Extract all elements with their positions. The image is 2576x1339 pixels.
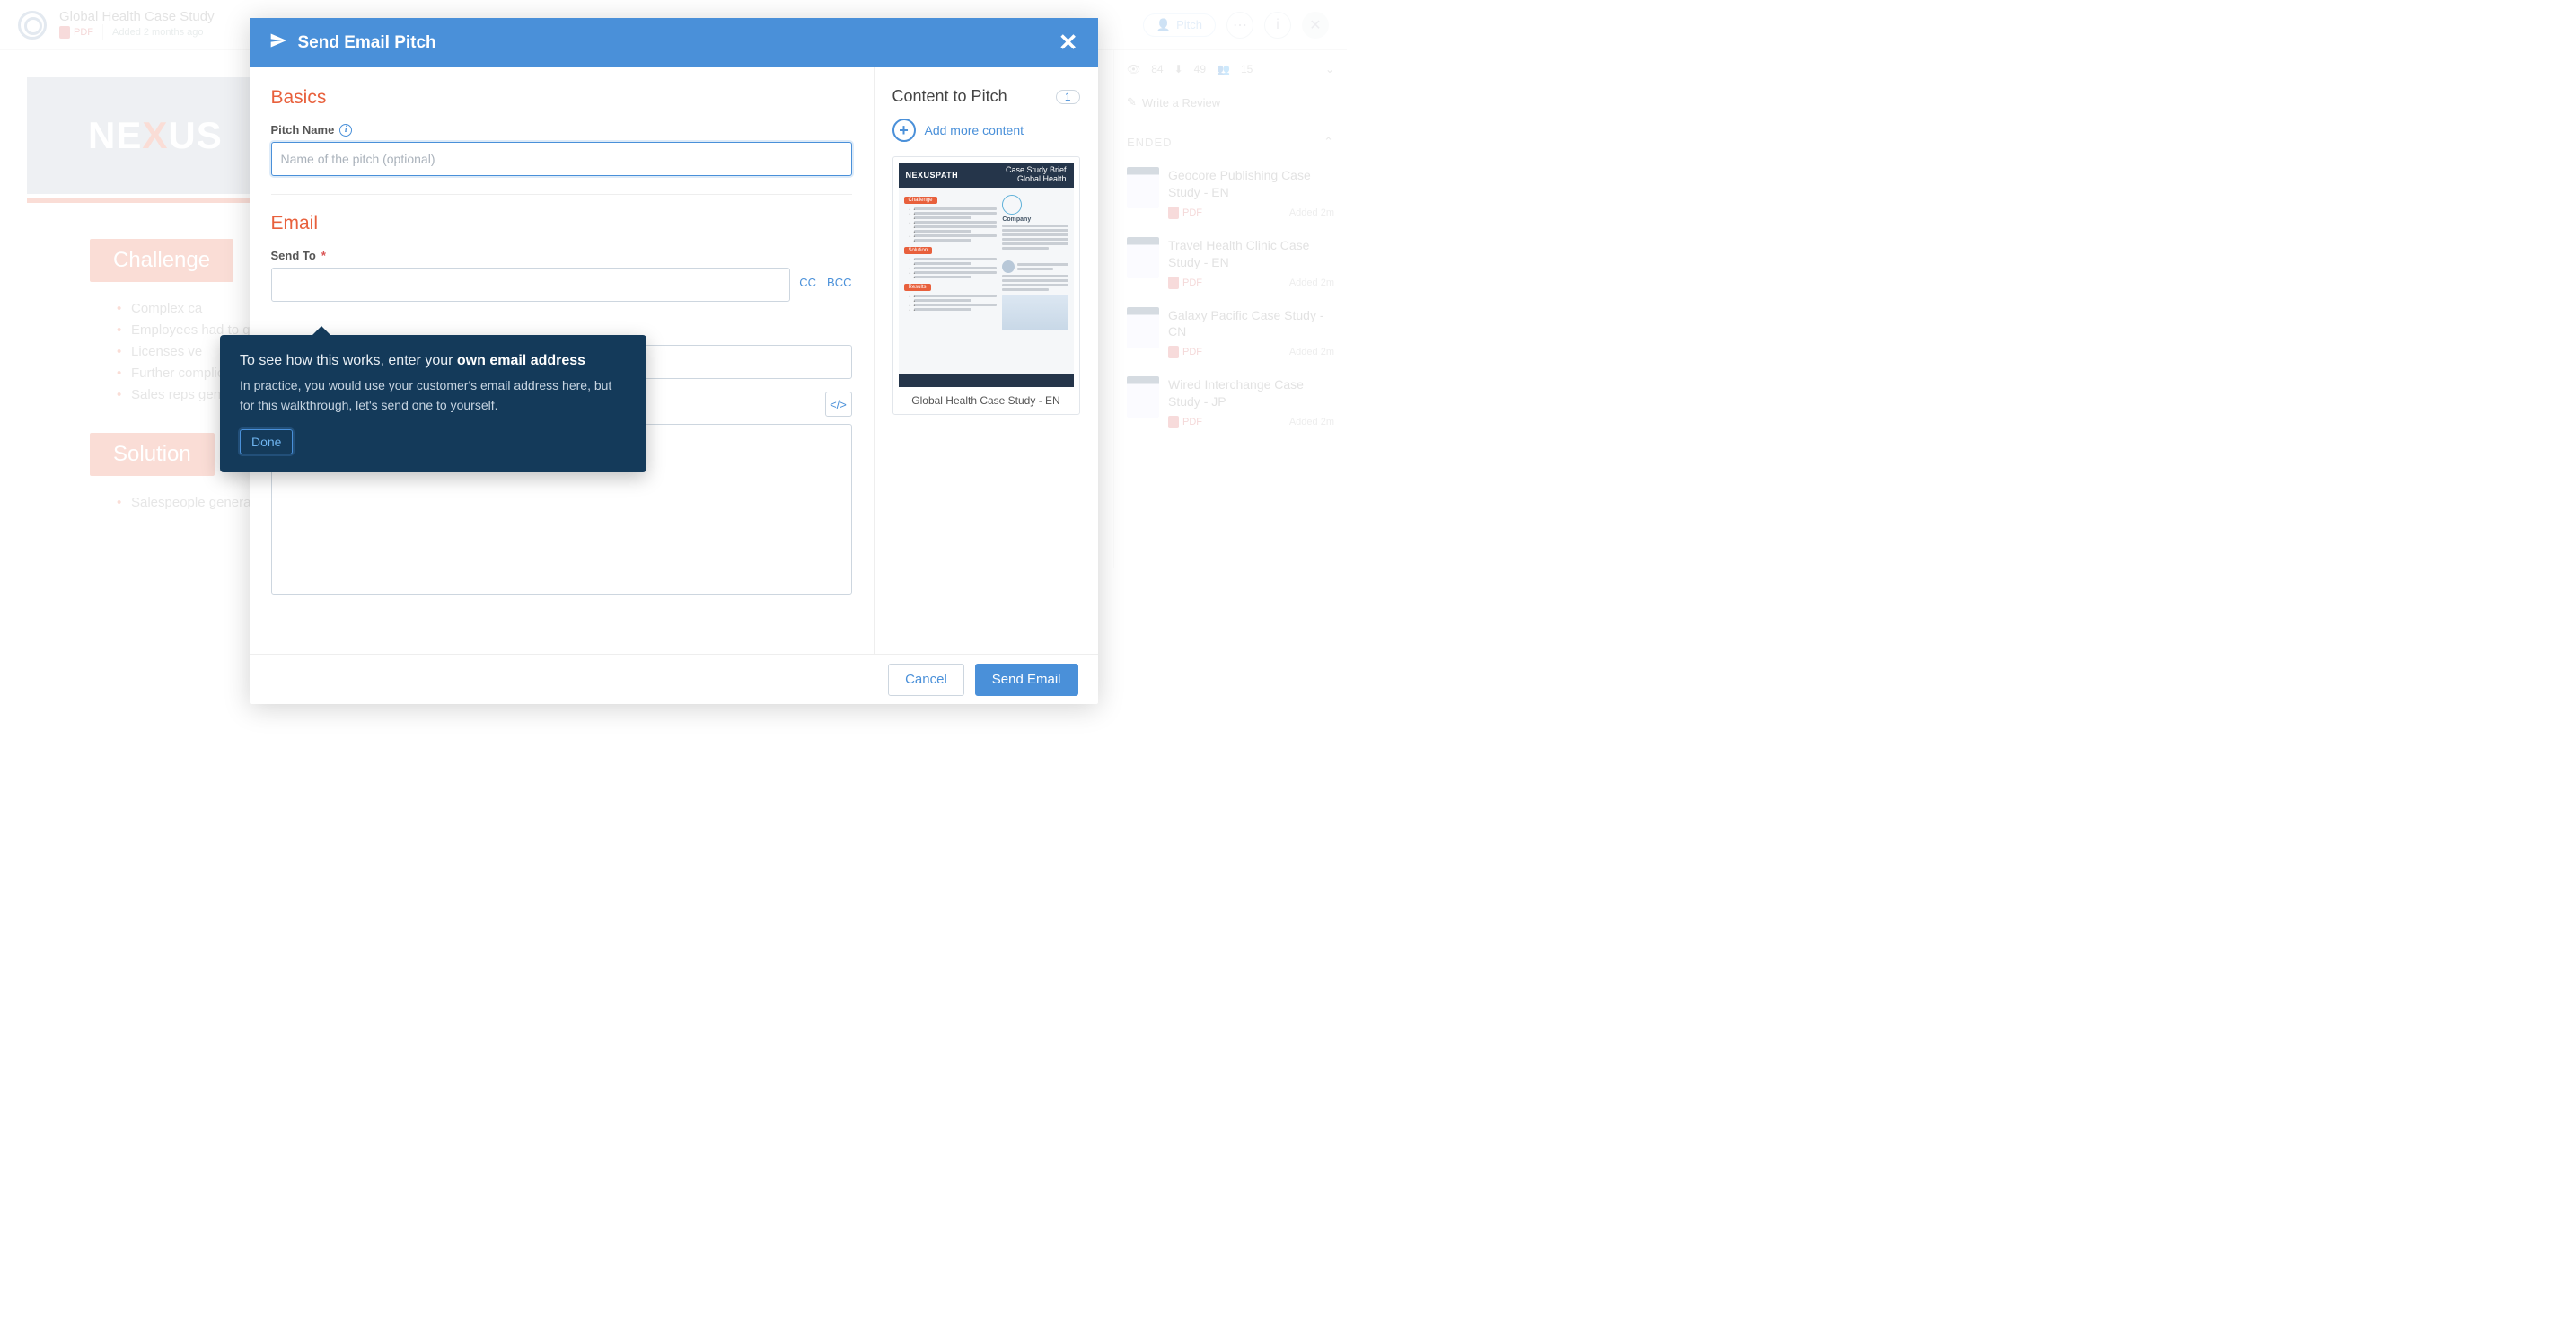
tooltip-body: In practice, you would use your customer… — [240, 376, 627, 415]
email-heading: Email — [271, 213, 852, 234]
doc-preview: NEXUSPATH Case Study Brief Global Health… — [899, 163, 1074, 387]
send-to-input[interactable] — [271, 268, 791, 302]
modal-title: Send Email Pitch — [298, 33, 436, 53]
send-email-button[interactable]: Send Email — [975, 664, 1078, 696]
walkthrough-tooltip: To see how this works, enter your own em… — [220, 335, 646, 472]
bcc-link[interactable]: BCC — [827, 276, 851, 289]
content-to-pitch-heading: Content to Pitch — [892, 87, 1007, 106]
tool-source-button[interactable]: </> — [825, 392, 852, 417]
basics-heading: Basics — [271, 87, 852, 109]
modal-overlay: Send Email Pitch ✕ Basics Pitch Name i E… — [0, 0, 1347, 706]
cc-link[interactable]: CC — [799, 276, 816, 289]
cancel-button[interactable]: Cancel — [888, 664, 964, 696]
tooltip-title: To see how this works, enter your own em… — [240, 353, 627, 369]
content-count-badge: 1 — [1056, 90, 1080, 104]
content-to-pitch-panel: Content to Pitch 1 + Add more content NE… — [874, 67, 1098, 654]
pitch-content-name: Global Health Case Study - EN — [899, 387, 1074, 409]
send-to-label: Send To* — [271, 249, 852, 262]
pitch-name-input[interactable] — [271, 142, 852, 176]
globe-icon — [1002, 195, 1022, 215]
add-more-content-button[interactable]: + Add more content — [892, 119, 1080, 142]
plus-icon: + — [892, 119, 916, 142]
pitch-content-card[interactable]: NEXUSPATH Case Study Brief Global Health… — [892, 156, 1080, 415]
modal-header: Send Email Pitch ✕ — [250, 18, 1098, 67]
modal-footer: Cancel Send Email — [250, 654, 1098, 704]
info-icon[interactable]: i — [339, 124, 352, 137]
close-modal-button[interactable]: ✕ — [1059, 29, 1078, 57]
walkthrough-done-button[interactable]: Done — [240, 429, 293, 454]
pitch-name-label: Pitch Name i — [271, 123, 852, 137]
paper-plane-icon — [269, 31, 287, 54]
